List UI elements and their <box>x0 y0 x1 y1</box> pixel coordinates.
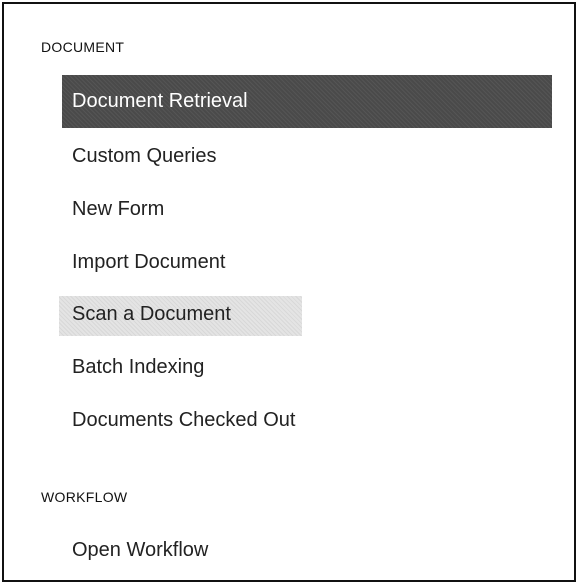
menu-item-label: Document Retrieval <box>72 90 248 112</box>
menu-item-new-form[interactable]: New Form <box>72 197 164 221</box>
menu-item-label: Scan a Document <box>72 303 231 325</box>
menu-item-label: Batch Indexing <box>72 356 205 378</box>
menu-item-documents-checked-out[interactable]: Documents Checked Out <box>72 408 295 432</box>
menu-item-import-document[interactable]: Import Document <box>72 250 225 274</box>
navigation-panel: DOCUMENT Document Retrieval Custom Queri… <box>2 2 576 582</box>
section-header-workflow: WORKFLOW <box>41 489 128 505</box>
menu-item-label: Import Document <box>72 251 226 273</box>
menu-item-batch-indexing[interactable]: Batch Indexing <box>72 355 204 379</box>
menu-item-scan-a-document[interactable]: Scan a Document <box>72 302 231 326</box>
menu-item-label: Documents Checked Out <box>72 409 296 431</box>
menu-item-label: Custom Queries <box>72 145 217 167</box>
menu-item-open-workflow[interactable]: Open Workflow <box>72 538 208 562</box>
menu-item-label: Open Workflow <box>72 539 209 561</box>
menu-item-label: New Form <box>72 198 165 220</box>
menu-item-document-retrieval[interactable]: Document Retrieval <box>72 89 248 113</box>
menu-item-custom-queries[interactable]: Custom Queries <box>72 144 217 168</box>
section-header-document: DOCUMENT <box>41 39 125 55</box>
